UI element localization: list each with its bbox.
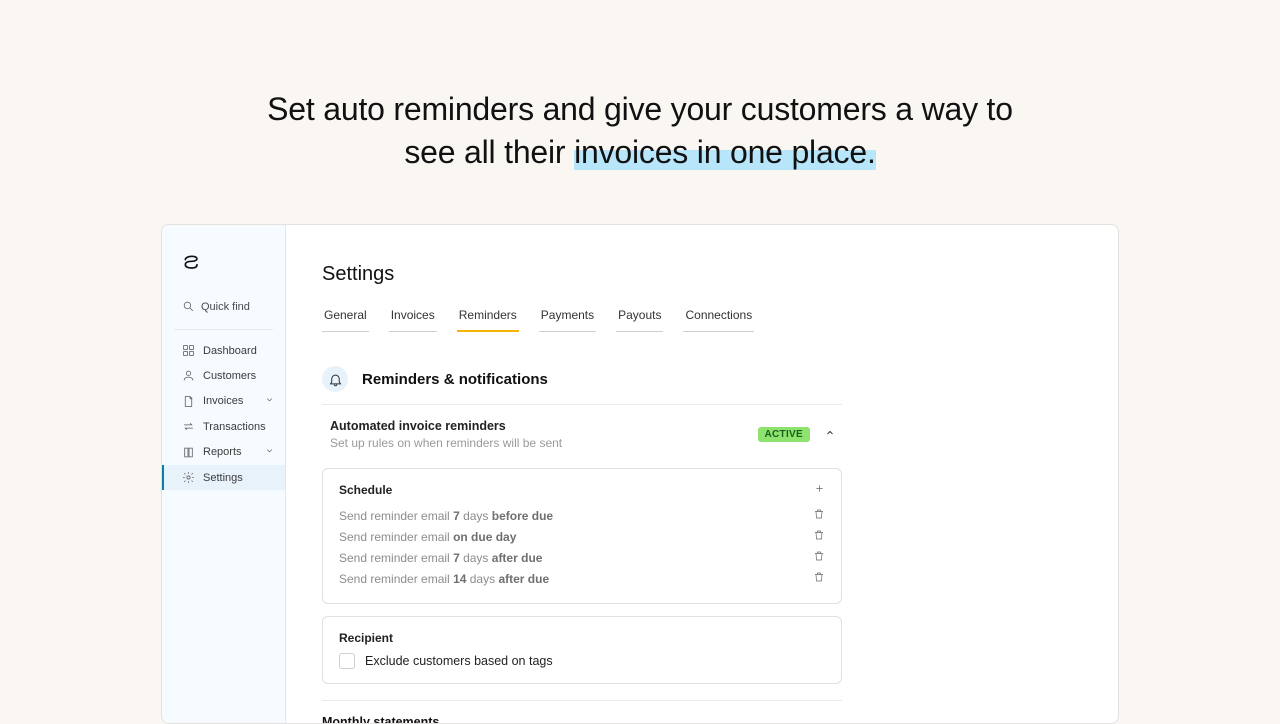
book-icon	[182, 446, 195, 459]
grid-icon	[182, 344, 195, 357]
recipient-panel: Recipient Exclude customers based on tag…	[322, 616, 842, 684]
tab-general[interactable]: General	[322, 304, 369, 332]
sidebar-item-settings[interactable]: Settings	[162, 465, 285, 490]
recipient-title: Recipient	[339, 631, 393, 645]
logo-icon	[182, 253, 202, 273]
trash-icon	[813, 550, 825, 562]
section-title: Reminders & notifications	[362, 371, 548, 388]
tab-reminders[interactable]: Reminders	[457, 304, 519, 332]
sidebar-separator	[174, 329, 273, 330]
app-window: Quick find Dashboard Customers Invoices …	[161, 224, 1119, 724]
sidebar-item-invoices[interactable]: Invoices	[162, 388, 285, 414]
schedule-rule: Send reminder email 14 days after due	[339, 568, 825, 589]
user-icon	[182, 369, 195, 382]
bell-icon	[322, 366, 348, 392]
sidebar-item-reports[interactable]: Reports	[162, 439, 285, 465]
add-rule-button[interactable]	[814, 483, 825, 497]
file-icon	[182, 395, 195, 408]
sidebar-item-customers[interactable]: Customers	[162, 363, 285, 388]
sidebar-item-label: Transactions	[203, 421, 266, 433]
hero-line2-highlight: invoices in one place.	[574, 134, 876, 170]
hero: Set auto reminders and give your custome…	[0, 0, 1280, 224]
swap-icon	[182, 420, 195, 433]
chevron-down-icon	[264, 445, 275, 459]
auto-reminders-title: Automated invoice reminders	[330, 419, 758, 433]
tabs: General Invoices Reminders Payments Payo…	[322, 304, 1072, 332]
plus-icon	[814, 483, 825, 494]
hero-heading: Set auto reminders and give your custome…	[0, 88, 1280, 174]
delete-rule-button[interactable]	[813, 571, 825, 586]
exclude-label: Exclude customers based on tags	[365, 654, 553, 668]
schedule-rule: Send reminder email 7 days after due	[339, 547, 825, 568]
quick-find[interactable]: Quick find	[162, 290, 285, 323]
trash-icon	[813, 571, 825, 583]
sidebar-item-transactions[interactable]: Transactions	[162, 414, 285, 439]
sidebar-item-label: Reports	[203, 446, 242, 458]
delete-rule-button[interactable]	[813, 508, 825, 523]
tab-payouts[interactable]: Payouts	[616, 304, 663, 332]
exclude-row: Exclude customers based on tags	[339, 653, 825, 669]
auto-reminders-row: Automated invoice reminders Set up rules…	[322, 405, 836, 460]
trash-icon	[813, 508, 825, 520]
sidebar-item-label: Customers	[203, 370, 256, 382]
schedule-title: Schedule	[339, 483, 392, 497]
page-title: Settings	[322, 263, 1072, 286]
status-badge: ACTIVE	[758, 427, 810, 442]
search-icon	[182, 300, 195, 313]
trash-icon	[813, 529, 825, 541]
exclude-checkbox[interactable]	[339, 653, 355, 669]
tab-invoices[interactable]: Invoices	[389, 304, 437, 332]
schedule-rule: Send reminder email 7 days before due	[339, 505, 825, 526]
schedule-panel: Schedule Send reminder email 7 days befo…	[322, 468, 842, 604]
hero-line2-pre: see all their	[404, 134, 574, 170]
sidebar-item-dashboard[interactable]: Dashboard	[162, 338, 285, 363]
logo	[162, 241, 285, 290]
schedule-rule: Send reminder email on due day	[339, 526, 825, 547]
tab-payments[interactable]: Payments	[539, 304, 596, 332]
quick-find-label: Quick find	[201, 301, 250, 313]
chevron-up-icon	[824, 427, 836, 439]
section-header: Reminders & notifications	[322, 366, 842, 405]
auto-reminders-desc: Set up rules on when reminders will be s…	[330, 436, 758, 450]
main-content: Settings General Invoices Reminders Paym…	[286, 225, 1118, 723]
sidebar-item-label: Settings	[203, 472, 243, 484]
tab-connections[interactable]: Connections	[683, 304, 754, 332]
collapse-toggle[interactable]	[824, 426, 836, 444]
sidebar-item-label: Dashboard	[203, 345, 257, 357]
sidebar: Quick find Dashboard Customers Invoices …	[162, 225, 286, 723]
hero-line1: Set auto reminders and give your custome…	[267, 91, 1013, 127]
delete-rule-button[interactable]	[813, 529, 825, 544]
chevron-down-icon	[264, 394, 275, 408]
gear-icon	[182, 471, 195, 484]
delete-rule-button[interactable]	[813, 550, 825, 565]
sidebar-item-label: Invoices	[203, 395, 243, 407]
